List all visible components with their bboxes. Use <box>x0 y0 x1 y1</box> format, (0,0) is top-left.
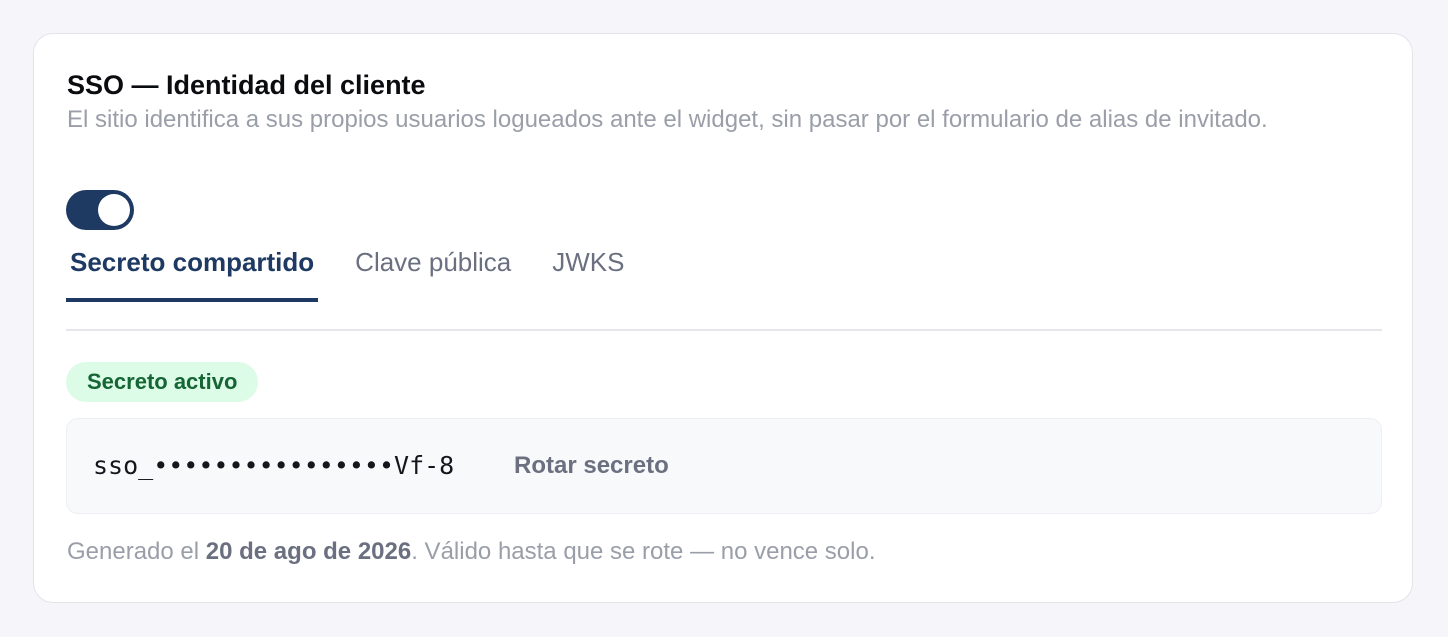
sso-settings-card: SSO — Identidad del cliente El sitio ide… <box>33 33 1413 603</box>
footnote-prefix: Generado el <box>67 538 206 565</box>
card-title: SSO — Identidad del cliente <box>67 70 426 100</box>
masked-secret-value: sso_••••••••••••••••Vf-8 <box>93 451 455 480</box>
tab-shared-secret[interactable]: Secreto compartido <box>66 244 319 302</box>
tab-jwks[interactable]: JWKS <box>548 244 628 302</box>
rotate-secret-button[interactable]: Rotar secreto <box>514 450 669 482</box>
secret-panel: sso_••••••••••••••••Vf-8 Rotar secreto <box>66 418 1382 514</box>
footnote-suffix: . Válido hasta que se rote — no vence so… <box>411 538 876 565</box>
sso-method-tabs: Secreto compartido Clave pública JWKS <box>66 244 662 302</box>
tab-public-key[interactable]: Clave pública <box>351 244 515 302</box>
generated-footnote: Generado el 20 de ago de 2026. Válido ha… <box>67 537 876 567</box>
generated-date: 20 de ago de 2026 <box>205 538 412 565</box>
tabs-divider <box>66 329 1382 331</box>
sso-enable-toggle[interactable] <box>66 190 134 230</box>
card-description: El sitio identifica a sus propios usuari… <box>67 106 1268 133</box>
toggle-knob <box>98 194 130 226</box>
status-badge: Secreto activo <box>66 362 259 402</box>
